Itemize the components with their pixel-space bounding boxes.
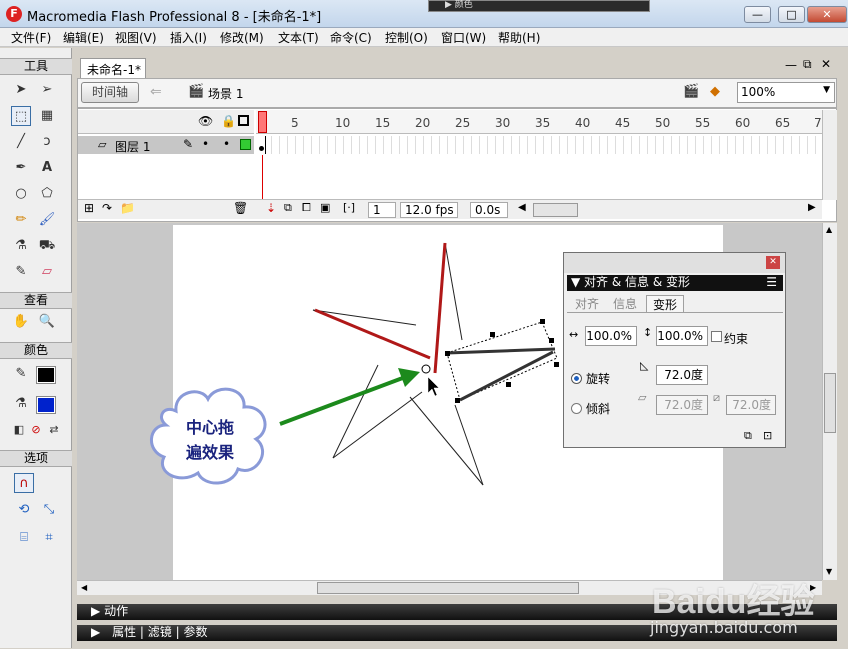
tab-info[interactable]: 信息 bbox=[608, 295, 642, 313]
constrain-checkbox[interactable] bbox=[711, 331, 722, 342]
rotate-icon: ◺ bbox=[640, 359, 649, 372]
star-edge bbox=[312, 309, 417, 326]
star-edge bbox=[409, 396, 484, 486]
skew-v-field[interactable]: 72.0度 bbox=[726, 395, 776, 415]
selected-edge bbox=[446, 347, 556, 355]
rotate-label: 旋转 bbox=[586, 372, 611, 386]
watermark-brand: Baidu经验 bbox=[652, 583, 815, 621]
panel-title: 对齐 & 信息 & 变形 bbox=[584, 275, 691, 289]
callout-line-1: 中心拖 bbox=[185, 418, 234, 437]
red-edge bbox=[433, 242, 447, 374]
vscroll-thumb[interactable] bbox=[824, 373, 836, 433]
height-field[interactable]: 100.0% bbox=[656, 326, 708, 346]
filters-tab[interactable]: 滤镜 bbox=[148, 625, 172, 639]
hscroll-thumb[interactable] bbox=[317, 582, 579, 594]
reset-transform-icon[interactable]: ⊡ bbox=[763, 429, 772, 442]
transform-bounding-box[interactable] bbox=[446, 321, 558, 401]
baidu-watermark: Baidu经验 jingyan.baidu.com bbox=[640, 560, 848, 649]
transform-handle[interactable] bbox=[506, 382, 511, 387]
properties-tab[interactable]: 属性 bbox=[112, 625, 136, 639]
transform-handle[interactable] bbox=[549, 338, 554, 343]
panel-titlebar[interactable]: ▼ 对齐 & 信息 & 变形 ☰ bbox=[567, 275, 783, 291]
params-tab[interactable]: 参数 bbox=[183, 625, 207, 639]
red-edge bbox=[314, 308, 431, 360]
star-edge bbox=[332, 391, 423, 459]
transform-center-point[interactable] bbox=[421, 364, 431, 374]
tab-align[interactable]: 对齐 bbox=[570, 295, 604, 313]
scroll-left-icon[interactable]: ◀ bbox=[81, 583, 87, 592]
callout-line-2: 遍效果 bbox=[185, 443, 234, 462]
skew-radio[interactable] bbox=[571, 403, 582, 414]
skew-h-field[interactable]: 72.0度 bbox=[656, 395, 708, 415]
scroll-up-icon[interactable]: ▲ bbox=[826, 225, 832, 234]
transform-handle[interactable] bbox=[490, 332, 495, 337]
skew-h-icon: ▱ bbox=[638, 391, 647, 404]
rotate-field[interactable]: 72.0度 bbox=[656, 365, 708, 385]
star-edge bbox=[454, 404, 484, 486]
stage-vscroll[interactable]: ▲ ▼ bbox=[822, 223, 837, 580]
tab-transform[interactable]: 变形 bbox=[646, 295, 684, 313]
selected-edge bbox=[459, 350, 554, 402]
star-edge bbox=[332, 364, 379, 459]
expand-arrow-icon: ▶ bbox=[91, 604, 101, 618]
tab-divider bbox=[567, 312, 783, 313]
transform-handle[interactable] bbox=[445, 351, 450, 356]
transform-handle[interactable] bbox=[540, 319, 545, 324]
transform-handle[interactable] bbox=[554, 362, 559, 367]
skew-v-icon: ⧄ bbox=[713, 391, 720, 404]
transform-handle[interactable] bbox=[455, 398, 460, 403]
constrain-label: 约束 bbox=[724, 332, 749, 346]
cursor-arrow-icon bbox=[427, 376, 440, 397]
expand-arrow-icon: ▶ bbox=[91, 625, 101, 639]
height-icon: ↕ bbox=[643, 326, 653, 339]
width-field[interactable]: 100.0% bbox=[585, 326, 637, 346]
rotate-radio[interactable] bbox=[571, 373, 582, 384]
actions-label: 动作 bbox=[104, 604, 129, 618]
skew-label: 倾斜 bbox=[586, 402, 611, 416]
panel-close-icon[interactable]: ✕ bbox=[766, 256, 780, 269]
star-edge bbox=[444, 242, 463, 341]
panel-header: ✕ bbox=[564, 253, 785, 273]
panel-menu-icon[interactable]: ☰ bbox=[766, 275, 777, 290]
copy-transform-icon[interactable]: ⧉ bbox=[744, 429, 752, 443]
transform-panel: ✕ ▼ 对齐 & 信息 & 变形 ☰ 对齐 信息 变形 ↔ 100.0% ↕ 10… bbox=[563, 252, 786, 448]
watermark-url: jingyan.baidu.com bbox=[650, 618, 798, 637]
width-icon: ↔ bbox=[569, 328, 579, 341]
